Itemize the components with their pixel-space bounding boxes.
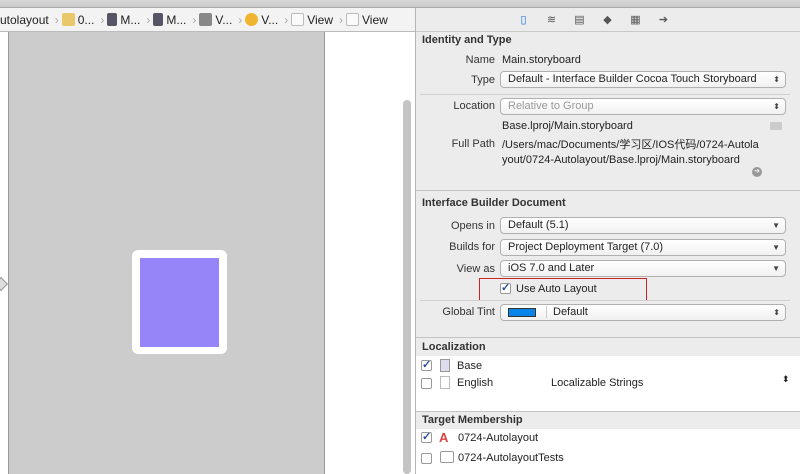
storyboard-icon	[153, 13, 164, 26]
scene-icon	[199, 13, 213, 26]
folder-icon	[61, 13, 75, 26]
view-as-label: View as	[456, 263, 495, 275]
crumb-label: View	[362, 12, 388, 27]
view-as-value: iOS 7.0 and Later	[508, 262, 595, 274]
full-path-value: /Users/mac/Documents/学习区/IOS代码/0724-Auto…	[502, 139, 759, 166]
crumb-folder[interactable]: 0...	[61, 12, 95, 27]
chevron-icon: ›	[238, 12, 243, 27]
english-checkbox[interactable]	[421, 378, 432, 389]
crumb-view[interactable]: View	[291, 13, 333, 27]
target-app-checkbox[interactable]: ✓	[421, 432, 432, 443]
auto-layout-checkbox[interactable]: ✓	[500, 283, 511, 294]
type-value: Default - Interface Builder Cocoa Touch …	[508, 73, 757, 85]
crumb-controller[interactable]: V...	[245, 13, 278, 27]
connections-tab-icon[interactable]: ➔	[656, 14, 672, 26]
builds-for-value: Project Deployment Target (7.0)	[508, 241, 664, 253]
crumb-label: utolayout	[0, 12, 49, 27]
view-controller-icon	[245, 13, 259, 26]
divider	[416, 190, 800, 191]
localization-name: English	[457, 377, 494, 389]
view-as-popup[interactable]: iOS 7.0 and Later ▼	[500, 260, 786, 277]
attributes-tab-icon[interactable]: ◆	[600, 14, 616, 26]
crumb-label: V...	[215, 12, 233, 27]
chevron-icon: ›	[339, 12, 343, 27]
chevron-icon: ›	[284, 12, 289, 27]
file-icon	[440, 376, 450, 389]
global-tint-label: Global Tint	[442, 306, 495, 318]
breadcrumb: utolayout › 0... › M... › M... › V... › V... ›…	[0, 8, 415, 32]
name-value: Main.storyboard	[502, 54, 581, 66]
chevron-icon: ›	[100, 12, 105, 27]
section-header-target-membership: Target Membership	[422, 414, 523, 426]
section-header-localization: Localization	[422, 341, 486, 353]
reveal-arrow-icon[interactable]: ➔	[752, 167, 762, 177]
dropdown-arrow-icon: ▼	[772, 264, 780, 273]
base-checkbox[interactable]: ✓	[421, 360, 432, 371]
crumb-storyboard-base[interactable]: M...	[153, 13, 186, 27]
divider	[416, 337, 800, 338]
section-header-identity: Identity and Type	[422, 34, 512, 46]
view-icon	[291, 13, 305, 26]
test-bundle-icon	[440, 451, 454, 463]
opens-in-popup[interactable]: Default (5.1) ▼	[500, 217, 786, 234]
crumb-project[interactable]: utolayout	[0, 13, 49, 27]
crumb-label: 0...	[77, 12, 95, 27]
divider	[416, 411, 800, 412]
localization-type[interactable]: Localizable Strings	[551, 377, 643, 389]
inspector-tabs: ▯ ≋ ▤ ◆ ▦ ➔	[416, 8, 800, 32]
quick-help-tab-icon[interactable]: ≋	[544, 14, 560, 26]
relative-path: Base.lproj/Main.storyboard	[502, 120, 633, 132]
global-tint-popup[interactable]: Default ⬍	[500, 304, 786, 321]
purple-view[interactable]	[140, 258, 219, 347]
crumb-scene[interactable]: V...	[199, 13, 232, 27]
updown-chevron-icon[interactable]: ⬍	[782, 374, 790, 385]
file-inspector: ▯ ≋ ▤ ◆ ▦ ➔ Identity and Type Name Main.…	[415, 8, 800, 474]
opens-in-label: Opens in	[450, 220, 495, 232]
updown-chevron-icon: ⬍	[773, 308, 780, 317]
crumb-label: M...	[120, 12, 141, 27]
target-name: 0724-Autolayout	[458, 432, 539, 444]
chevron-icon: ›	[146, 12, 151, 27]
localization-name: Base	[457, 360, 483, 372]
builds-for-label: Builds for	[449, 241, 495, 253]
type-popup[interactable]: Default - Interface Builder Cocoa Touch …	[500, 71, 786, 88]
type-label: Type	[471, 74, 495, 86]
storyboard-file-icon	[440, 359, 450, 372]
toolbar	[0, 0, 800, 8]
crumb-label: V...	[261, 12, 279, 27]
auto-layout-label: Use Auto Layout	[516, 283, 597, 295]
target-tests-checkbox[interactable]	[421, 453, 432, 464]
crumb-storyboard[interactable]: M...	[107, 13, 140, 27]
updown-chevron-icon: ⬍	[773, 75, 780, 84]
divider	[420, 94, 790, 95]
view-icon	[346, 13, 359, 26]
size-tab-icon[interactable]: ▦	[628, 14, 644, 26]
app-target-icon: A	[439, 430, 449, 445]
vertical-scrollbar[interactable]	[403, 100, 411, 474]
dropdown-arrow-icon: ▼	[772, 221, 780, 230]
tint-value: Default	[546, 306, 588, 318]
crumb-label: View	[307, 12, 333, 27]
divider	[420, 300, 790, 301]
updown-chevron-icon: ⬍	[773, 102, 780, 111]
file-inspector-tab-icon[interactable]: ▯	[516, 14, 532, 26]
chevron-icon: ›	[192, 12, 197, 27]
location-value: Relative to Group	[508, 100, 594, 112]
full-path-label: Full Path	[451, 138, 495, 150]
tint-swatch	[508, 308, 536, 317]
identity-tab-icon[interactable]: ▤	[572, 14, 588, 26]
folder-icon[interactable]	[770, 122, 782, 130]
crumb-subview[interactable]: View	[346, 13, 388, 27]
location-popup[interactable]: Relative to Group ⬍	[500, 98, 786, 115]
storyboard-icon	[107, 13, 118, 26]
chevron-icon: ›	[54, 12, 59, 27]
location-label: Location	[453, 100, 495, 112]
target-name: 0724-AutolayoutTests	[458, 452, 564, 464]
opens-in-value: Default (5.1)	[508, 219, 569, 231]
section-header-ib-document: Interface Builder Document	[422, 197, 566, 209]
dropdown-arrow-icon: ▼	[772, 243, 780, 252]
builds-for-popup[interactable]: Project Deployment Target (7.0) ▼	[500, 239, 786, 256]
crumb-label: M...	[166, 12, 187, 27]
name-label: Name	[465, 54, 495, 66]
